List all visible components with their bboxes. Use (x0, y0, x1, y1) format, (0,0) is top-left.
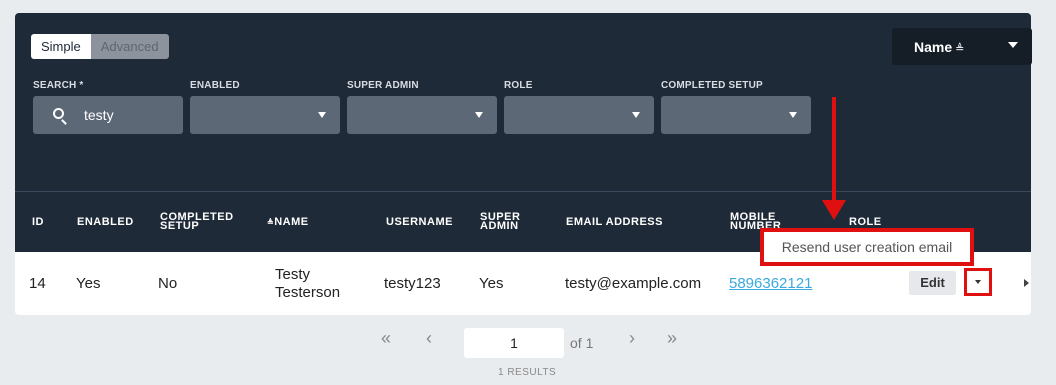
resend-creation-email-option[interactable]: Resend user creation email (760, 228, 974, 266)
super-admin-filter-select[interactable] (347, 96, 497, 134)
cell-name: Testy Testerson (275, 266, 340, 302)
column-super-admin[interactable]: SUPER ADMIN (480, 212, 520, 232)
cell-email: testy@example.com (565, 275, 702, 292)
chevron-down-icon (318, 112, 326, 118)
column-id[interactable]: ID (32, 217, 44, 228)
results-count: 1 RESULTS (498, 367, 557, 378)
page-number-input[interactable]: 1 (464, 328, 564, 358)
row-actions-dropdown-button[interactable] (964, 268, 992, 296)
enabled-filter-select[interactable] (190, 96, 340, 134)
chevron-down-icon (475, 112, 483, 118)
prev-page-button[interactable]: ‹ (426, 328, 432, 349)
next-page-button[interactable]: › (629, 328, 635, 349)
role-filter-label: ROLE (504, 80, 533, 91)
page-total: of 1 (570, 335, 594, 351)
column-name[interactable]: ≜NAME (267, 216, 309, 228)
annotation-arrow-line (832, 97, 836, 205)
column-role[interactable]: ROLE (849, 217, 882, 228)
sort-label: Name (914, 39, 953, 55)
cell-completed-setup: No (158, 275, 178, 292)
cell-username: testy123 (384, 275, 441, 292)
search-input[interactable]: testy (33, 96, 183, 134)
last-page-button[interactable]: » (667, 328, 677, 349)
super-admin-filter-label: SUPER ADMIN (347, 80, 419, 91)
first-page-button[interactable]: « (381, 328, 391, 349)
cell-id: 14 (29, 275, 46, 292)
cell-enabled: Yes (76, 275, 101, 292)
expand-row-icon[interactable] (1024, 279, 1029, 287)
search-label: SEARCH * (33, 80, 84, 91)
mode-toggle: Simple Advanced (31, 34, 169, 59)
column-completed-setup[interactable]: COMPLETED SETUP (160, 212, 234, 232)
chevron-down-icon (789, 112, 797, 118)
cell-super-admin: Yes (479, 275, 504, 292)
role-filter-select[interactable] (504, 96, 654, 134)
enabled-filter-label: ENABLED (190, 80, 240, 91)
column-super-admin-line2: ADMIN (480, 220, 519, 232)
column-email[interactable]: EMAIL ADDRESS (566, 217, 663, 228)
column-enabled[interactable]: ENABLED (77, 217, 134, 228)
edit-button[interactable]: Edit (909, 271, 956, 295)
search-icon (53, 108, 64, 119)
completed-setup-filter-select[interactable] (661, 96, 811, 134)
sort-dropdown[interactable]: Name ≜ (892, 28, 1032, 65)
search-value: testy (84, 107, 114, 123)
cell-name-first: Testy (275, 266, 311, 283)
cell-name-last: Testerson (275, 284, 341, 301)
completed-setup-filter-label: COMPLETED SETUP (661, 80, 763, 91)
column-name-label: NAME (274, 216, 309, 228)
column-username[interactable]: USERNAME (386, 217, 453, 228)
advanced-mode-button[interactable]: Advanced (90, 34, 169, 59)
caret-down-icon (975, 280, 981, 284)
annotation-arrow-head-icon (822, 200, 846, 220)
chevron-down-icon (632, 112, 640, 118)
chevron-down-icon (1008, 42, 1018, 48)
column-completed-setup-line2: SETUP (160, 220, 200, 232)
mobile-number-link[interactable]: 5896362121 (729, 275, 812, 292)
simple-mode-button[interactable]: Simple (31, 34, 91, 59)
sort-asc-icon: ≜ (955, 43, 965, 55)
